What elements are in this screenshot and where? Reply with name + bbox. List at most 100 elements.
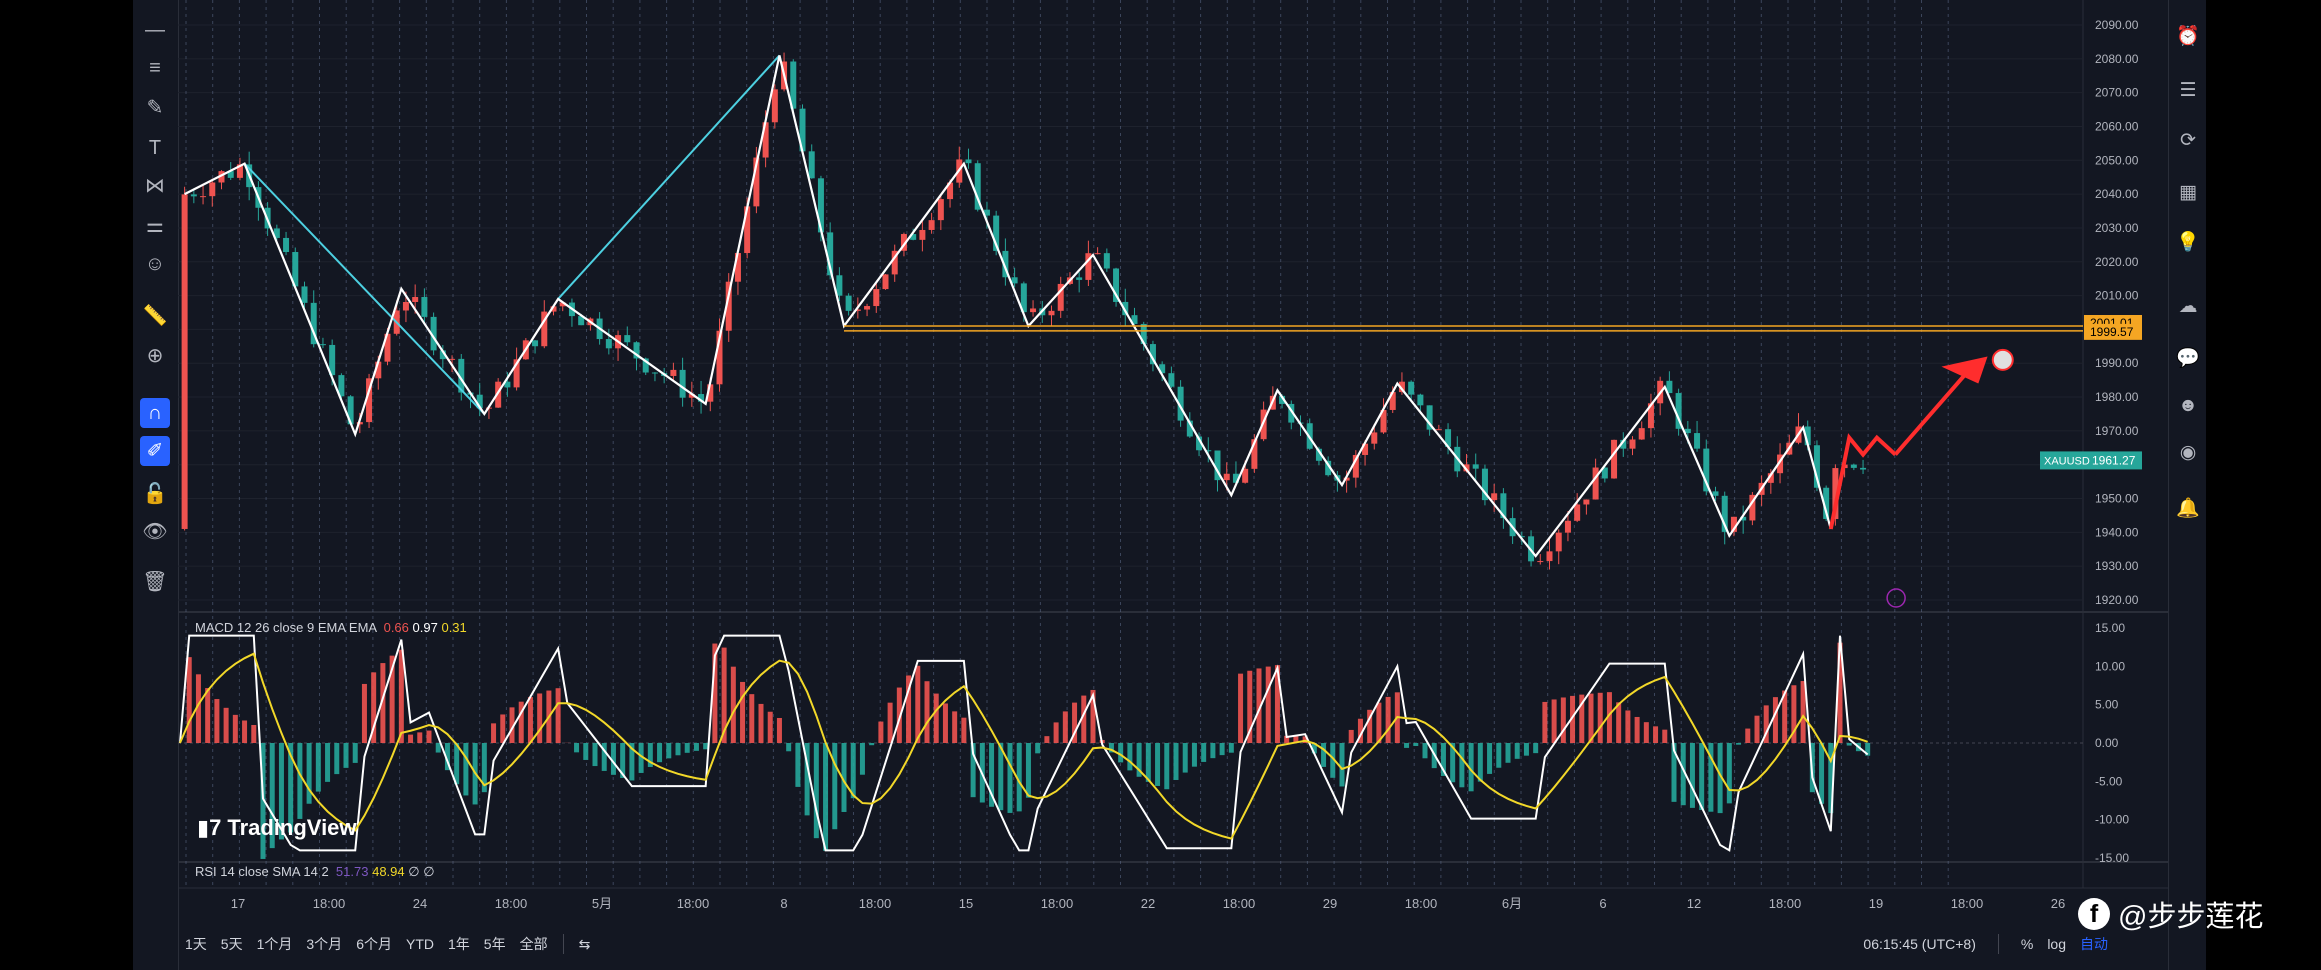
percent-toggle[interactable]: %: [2021, 936, 2033, 952]
magnet-icon[interactable]: ∩: [140, 398, 170, 428]
cloud-icon[interactable]: ☁: [2171, 290, 2205, 322]
range-button[interactable]: 1个月: [250, 930, 300, 958]
macd-histogram-bar: [1699, 743, 1705, 811]
range-button[interactable]: 5天: [214, 930, 250, 958]
ruler-icon[interactable]: 📏: [137, 300, 173, 332]
stay-drawing-icon[interactable]: ✐: [140, 436, 170, 466]
clock-display[interactable]: 06:15:45 (UTC+8): [1863, 936, 1975, 952]
macd-histogram-bar: [1210, 743, 1216, 759]
replay-icon[interactable]: ⟳: [2171, 124, 2205, 156]
candle-body: [1611, 439, 1618, 479]
forecast-icon[interactable]: ⚌: [137, 210, 173, 242]
candle-body: [1168, 373, 1175, 387]
macd-histogram-bar: [1385, 696, 1391, 743]
crosshair-icon[interactable]: —: [137, 14, 173, 46]
candle-body: [1371, 432, 1378, 444]
time-tick: 18:00: [677, 896, 710, 911]
broadcast-icon[interactable]: ◉: [2171, 436, 2205, 468]
tv-logo-text: TradingView: [227, 815, 357, 840]
candle-body: [928, 220, 935, 230]
macd-histogram-bar: [1736, 743, 1742, 745]
macd-histogram-bar: [1653, 726, 1659, 743]
price-tick: 2040.00: [2095, 187, 2139, 201]
candle-body: [1223, 473, 1230, 481]
range-button[interactable]: 3个月: [299, 930, 349, 958]
ideas-icon[interactable]: 💡: [2171, 226, 2205, 258]
macd-histogram-bar: [325, 743, 331, 782]
price-tick: 2060.00: [2095, 119, 2139, 133]
auto-toggle[interactable]: 自动: [2080, 934, 2108, 954]
macd-histogram-bar: [942, 703, 948, 743]
candle-body: [1472, 464, 1479, 469]
rsi-label: RSI 14 close SMA 14 2: [195, 864, 329, 879]
range-button[interactable]: 5年: [477, 930, 513, 958]
visibility-icon[interactable]: 👁: [137, 516, 173, 548]
macd-histogram-bar: [232, 714, 238, 743]
candle-body: [1629, 439, 1636, 449]
candle-body: [1408, 381, 1415, 395]
macd-histogram-bar: [1754, 715, 1760, 743]
alarm-icon[interactable]: ⏰: [2171, 20, 2205, 52]
community-icon[interactable]: ☻: [2171, 390, 2205, 422]
trash-icon[interactable]: 🗑: [137, 566, 173, 598]
macd-histogram-bar: [1689, 743, 1695, 808]
macd-histogram-bar: [1238, 673, 1244, 743]
macd-histogram-bar: [1597, 692, 1603, 743]
candle-body: [532, 340, 539, 347]
candle-body: [1076, 277, 1083, 280]
chat-icon[interactable]: 💬: [2171, 342, 2205, 374]
macd-histogram-bar: [1348, 729, 1354, 743]
tradingview-logo: ▮7 TradingView: [197, 815, 357, 841]
candle-body: [873, 289, 880, 307]
macd-histogram-bar: [1634, 716, 1640, 743]
candle-body: [919, 229, 926, 240]
zoom-icon[interactable]: ⊕: [137, 340, 173, 372]
macd-histogram-bar: [1533, 743, 1539, 754]
chart-area[interactable]: 2090.00 2080.00 2070.00 2060.00 2050.00 2040.…: [178, 0, 2168, 924]
macd-histogram-bar: [924, 681, 930, 743]
goto-date-icon[interactable]: ⇆: [572, 930, 598, 958]
price-tick: 1920.00: [2095, 593, 2139, 607]
macd-value-signal: 0.31: [441, 620, 467, 635]
macd-tick: 5.00: [2095, 698, 2119, 712]
lock-icon[interactable]: 🔓: [137, 478, 173, 510]
candle-body: [1491, 493, 1498, 501]
macd-histogram-bar: [1228, 743, 1234, 753]
calendar-icon[interactable]: ▦: [2171, 176, 2205, 208]
candle-body: [1555, 532, 1562, 552]
macd-histogram-bar: [1726, 743, 1732, 804]
trendline-icon[interactable]: ≡: [137, 52, 173, 84]
macd-legend[interactable]: MACD 12 26 close 9 EMA EMA 0.66 0.97 0.3…: [195, 620, 467, 635]
time-tick: 18:00: [495, 896, 528, 911]
notifications-icon[interactable]: 🔔: [2171, 492, 2205, 524]
time-tick: 6: [1599, 896, 1606, 911]
log-toggle[interactable]: log: [2047, 936, 2066, 952]
macd-histogram-bar: [998, 743, 1004, 811]
candle-body: [1850, 464, 1857, 468]
event-flag-icon: [1886, 588, 1906, 608]
emoji-icon[interactable]: ☺: [137, 248, 173, 280]
cursor-crosshair-icon: [1991, 348, 2014, 371]
range-button[interactable]: 1天: [178, 930, 214, 958]
rsi-sma-value: 48.94: [372, 864, 405, 879]
text-icon[interactable]: T: [137, 132, 173, 164]
pattern-icon[interactable]: ⋈: [137, 170, 173, 202]
brush-icon[interactable]: ✎: [137, 92, 173, 124]
macd-tick: 0.00: [2095, 736, 2119, 750]
candle-body: [771, 89, 778, 123]
range-button[interactable]: 全部: [513, 930, 555, 958]
time-tick: 17: [231, 896, 245, 911]
candle-body: [1694, 433, 1701, 449]
rsi-legend[interactable]: RSI 14 close SMA 14 2 51.73 48.94 ∅ ∅: [195, 864, 435, 880]
macd-tick: -15.00: [2095, 851, 2129, 865]
macd-histogram-bar: [1505, 743, 1511, 763]
watchlist-icon[interactable]: ☰: [2171, 74, 2205, 106]
range-button[interactable]: 6个月: [349, 930, 399, 958]
price-tick: 1930.00: [2095, 559, 2139, 573]
time-tick: 12: [1687, 896, 1701, 911]
range-button[interactable]: 1年: [441, 930, 477, 958]
macd-histogram-bar: [832, 743, 838, 830]
annotation-arrow: [1893, 368, 1971, 456]
macd-histogram-bar: [1044, 736, 1050, 743]
range-button[interactable]: YTD: [399, 930, 441, 958]
